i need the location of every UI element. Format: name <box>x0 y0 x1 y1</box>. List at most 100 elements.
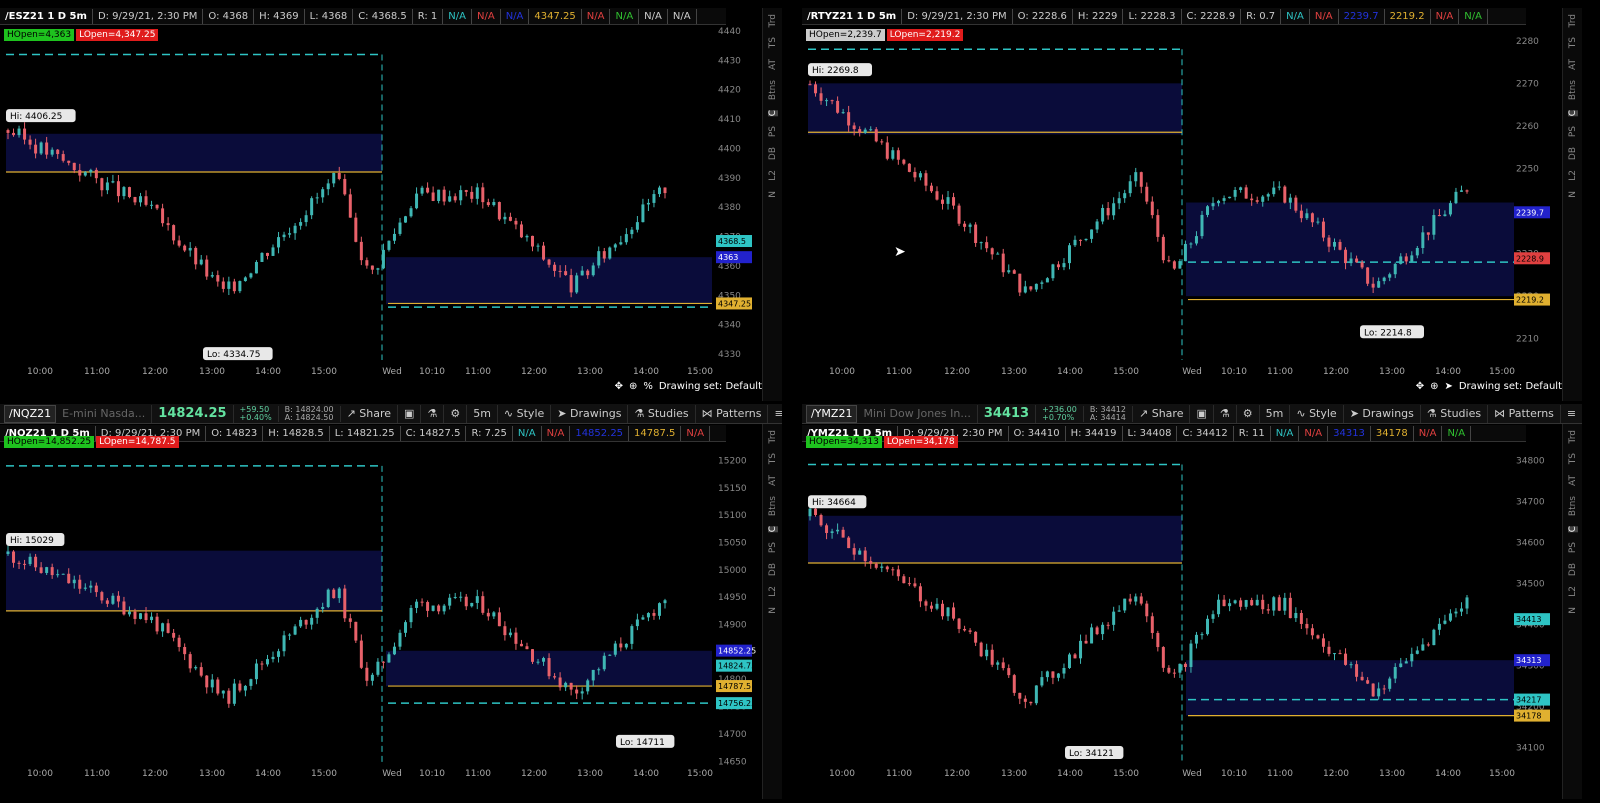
candle-body <box>199 259 203 265</box>
candle-body <box>635 222 639 230</box>
drawing-set-label[interactable]: Drawing set: Default <box>1459 381 1562 392</box>
candle-body <box>1448 203 1452 215</box>
sidebar-tab-c[interactable]: C <box>767 525 778 533</box>
price-chart[interactable]: 1520015150151001505015000149501490014850… <box>0 404 762 799</box>
candle-body <box>1045 671 1049 678</box>
candle-body <box>1079 239 1083 241</box>
candle-body <box>1217 200 1221 204</box>
candle-body <box>150 204 154 206</box>
sidebar-tab-db[interactable]: DB <box>768 147 778 160</box>
chart-pane-ym[interactable]: /YMZ21 Mini Dow Jones In... 34413 +236.0… <box>802 404 1582 799</box>
drawing-set-label[interactable]: Drawing set: Default <box>659 381 762 392</box>
sidebar-tab-l2[interactable]: L2 <box>1568 586 1578 597</box>
sidebar-tab-n[interactable]: N <box>768 607 778 614</box>
candle-body <box>23 563 27 565</box>
sidebar-tab-trd[interactable]: Trd <box>1568 14 1578 27</box>
candle-body <box>880 566 884 568</box>
zoom-icon[interactable]: ⊕ <box>629 381 637 392</box>
sidebar-tab-n[interactable]: N <box>1568 191 1578 198</box>
sidebar-tab-n[interactable]: N <box>768 191 778 198</box>
sidebar-tab-at[interactable]: AT <box>1568 59 1578 70</box>
sidebar-tab-l2[interactable]: L2 <box>1568 170 1578 181</box>
candle-body <box>1382 277 1386 282</box>
pan-icon[interactable]: ✥ <box>1416 381 1424 392</box>
chart-pane-es[interactable]: /ESZ21 1 D 5m D: 9/29/21, 2:30 PM O: 436… <box>0 8 782 401</box>
sidebar-tab-at[interactable]: AT <box>768 475 778 486</box>
sidebar-tab-l2[interactable]: L2 <box>768 586 778 597</box>
sidebar-tab-ps[interactable]: PS <box>1568 542 1578 553</box>
candle-body <box>1178 261 1182 269</box>
candle-body <box>508 216 512 221</box>
candle-body <box>1338 653 1342 655</box>
candle-body <box>1189 243 1193 245</box>
sidebar-tab-btns[interactable]: Btns <box>768 496 778 516</box>
sidebar-tab-btns[interactable]: Btns <box>1568 80 1578 100</box>
sidebar-tab-n[interactable]: N <box>1568 607 1578 614</box>
x-tick-label: 15:00 <box>687 769 713 779</box>
sidebar-tab-ts[interactable]: TS <box>1568 37 1578 48</box>
chart-pane-rty[interactable]: /RTYZ21 1 D 5m D: 9/29/21, 2:30 PM O: 22… <box>802 8 1582 401</box>
candle-body <box>580 691 584 694</box>
x-tick-label: 14:00 <box>255 367 281 377</box>
menu-icon[interactable]: ≡ <box>1561 405 1582 423</box>
price-chart[interactable]: 4440443044204410440043904380437043604350… <box>0 8 762 401</box>
candle-body <box>486 202 490 206</box>
candle-body <box>6 130 10 133</box>
candle-body <box>514 632 518 644</box>
pan-icon[interactable]: ✥ <box>615 381 623 392</box>
percent-icon[interactable]: % <box>643 381 653 392</box>
sidebar-tab-ts[interactable]: TS <box>768 453 778 464</box>
candle-body <box>221 281 225 289</box>
sidebar-tab-ps[interactable]: PS <box>1568 126 1578 137</box>
sidebar-tab-trd[interactable]: Trd <box>768 430 778 443</box>
pointer-icon[interactable]: ➤ <box>1444 381 1452 392</box>
x-tick-label: 14:00 <box>633 367 659 377</box>
candle-body <box>1454 611 1458 614</box>
y-tick-label: 34100 <box>1516 744 1545 754</box>
sidebar-tab-c[interactable]: C <box>767 109 778 117</box>
sidebar-tab-trd[interactable]: Trd <box>768 14 778 27</box>
candle-body <box>1294 197 1298 211</box>
sidebar-tab-c[interactable]: C <box>1567 109 1578 117</box>
sidebar-tab-c[interactable]: C <box>1567 525 1578 533</box>
candle-body <box>50 567 54 576</box>
candle-body <box>1167 667 1171 673</box>
sidebar-tab-ps[interactable]: PS <box>768 542 778 553</box>
y-tick-label: 14950 <box>718 593 747 603</box>
candle-body <box>1448 613 1452 621</box>
menu-icon[interactable]: ≡ <box>768 405 782 423</box>
chart-pane-nq[interactable]: /NQZ21 E-mini Nasda... 14824.25 +59.50 +0… <box>0 404 782 799</box>
sidebar-tab-db[interactable]: DB <box>768 563 778 576</box>
candle-body <box>161 623 165 632</box>
sidebar-tab-at[interactable]: AT <box>768 59 778 70</box>
price-chart[interactable]: 3480034700346003450034400343003420034100… <box>802 404 1562 799</box>
candle-body <box>67 160 71 163</box>
candle-body <box>348 194 352 218</box>
sidebar-tab-l2[interactable]: L2 <box>768 170 778 181</box>
mouse-cursor-icon: ➤ <box>894 244 906 260</box>
sidebar-tab-btns[interactable]: Btns <box>1568 496 1578 516</box>
zoom-icon[interactable]: ⊕ <box>1430 381 1438 392</box>
candle-body <box>1007 668 1011 676</box>
candle-body <box>392 233 396 241</box>
x-tick-label: 12:00 <box>521 367 547 377</box>
candle-body <box>492 612 496 617</box>
sidebar-tab-at[interactable]: AT <box>1568 475 1578 486</box>
candle-body <box>896 150 900 160</box>
candle-body <box>641 617 645 620</box>
sidebar-tab-db[interactable]: DB <box>1568 563 1578 576</box>
sidebar-tab-ts[interactable]: TS <box>768 37 778 48</box>
sidebar-tab-ps[interactable]: PS <box>768 126 778 137</box>
candle-body <box>1172 261 1176 269</box>
sidebar-tab-ts[interactable]: TS <box>1568 453 1578 464</box>
sidebar-tab-db[interactable]: DB <box>1568 147 1578 160</box>
x-tick-label: 11:00 <box>465 769 491 779</box>
y-tick-label: 4390 <box>718 174 741 184</box>
candle-body <box>72 162 76 171</box>
candle-body <box>979 242 983 244</box>
y-tick-label: 2250 <box>1516 164 1539 174</box>
sidebar-tab-trd[interactable]: Trd <box>1568 430 1578 443</box>
sidebar-tab-btns[interactable]: Btns <box>768 80 778 100</box>
price-chart[interactable]: 2280227022602250224022302220221010:0011:… <box>802 8 1562 401</box>
y-tick-label: 15100 <box>718 511 747 521</box>
